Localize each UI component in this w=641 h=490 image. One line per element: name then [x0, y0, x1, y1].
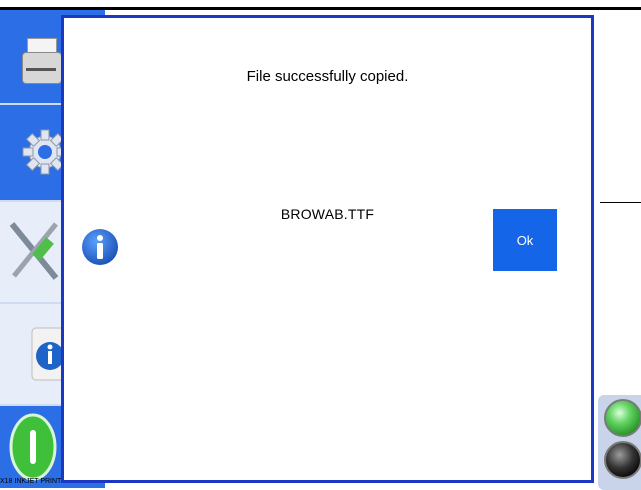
- dialog-message: File successfully copied.: [246, 68, 409, 85]
- status-led-green: [604, 399, 641, 437]
- info-icon: [81, 228, 119, 266]
- power-icon: [8, 412, 58, 482]
- status-led-black: [604, 441, 641, 479]
- message-dialog: File successfully copied. BROWAB.TTF Ok: [61, 15, 594, 483]
- divider-line: [600, 202, 641, 203]
- ok-button[interactable]: Ok: [493, 209, 557, 271]
- tools-icon: [4, 216, 64, 286]
